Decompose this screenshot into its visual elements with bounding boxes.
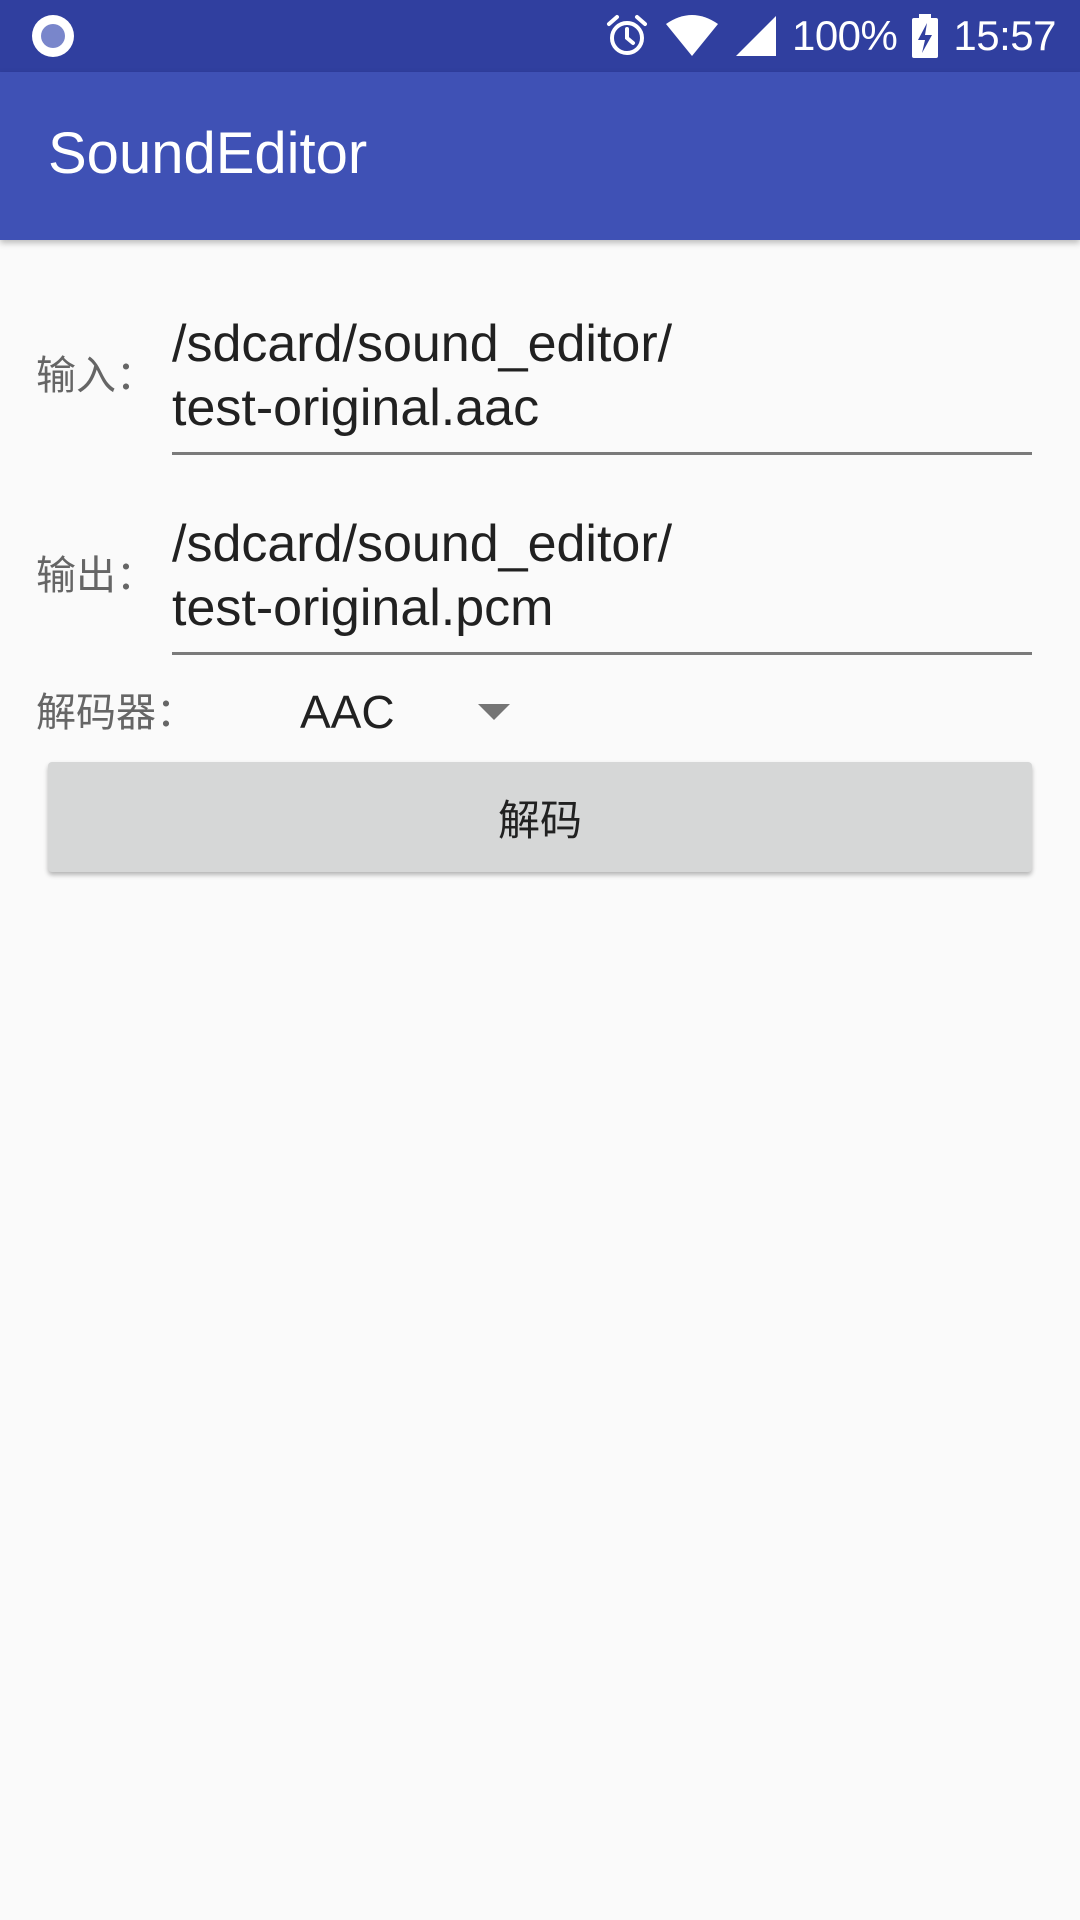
output-label: 输出： [36,554,156,598]
input-path-field[interactable]: /sdcard/sound_editor/ test-original.aac [172,312,1032,455]
decode-button-label: 解码 [497,796,582,844]
status-icons: 100% 15:57 [604,0,1056,72]
input-path-value: /sdcard/sound_editor/ test-original.aac [172,315,673,437]
battery-charging-icon [911,13,939,59]
input-label: 输入： [36,354,156,398]
output-path-field[interactable]: /sdcard/sound_editor/ test-original.pcm [172,512,1032,655]
status-bar: 100% 15:57 [0,0,1080,72]
wifi-icon [664,14,720,58]
dropdown-arrow-icon [478,704,510,727]
decoder-selected-value: AAC [300,686,395,738]
battery-percent: 100% [791,12,898,59]
app-title: SoundEditor [48,121,368,186]
clock: 15:57 [953,12,1056,59]
alarm-icon [604,13,650,59]
decoder-spinner[interactable]: AAC [270,680,530,744]
app-bar: SoundEditor [0,72,1080,240]
decode-button[interactable]: 解码 [48,762,1032,872]
cell-signal-icon [734,14,778,58]
circle-indicator-icon [32,15,74,57]
decoder-label: 解码器： [36,691,196,735]
output-path-value: /sdcard/sound_editor/ test-original.pcm [172,515,673,637]
